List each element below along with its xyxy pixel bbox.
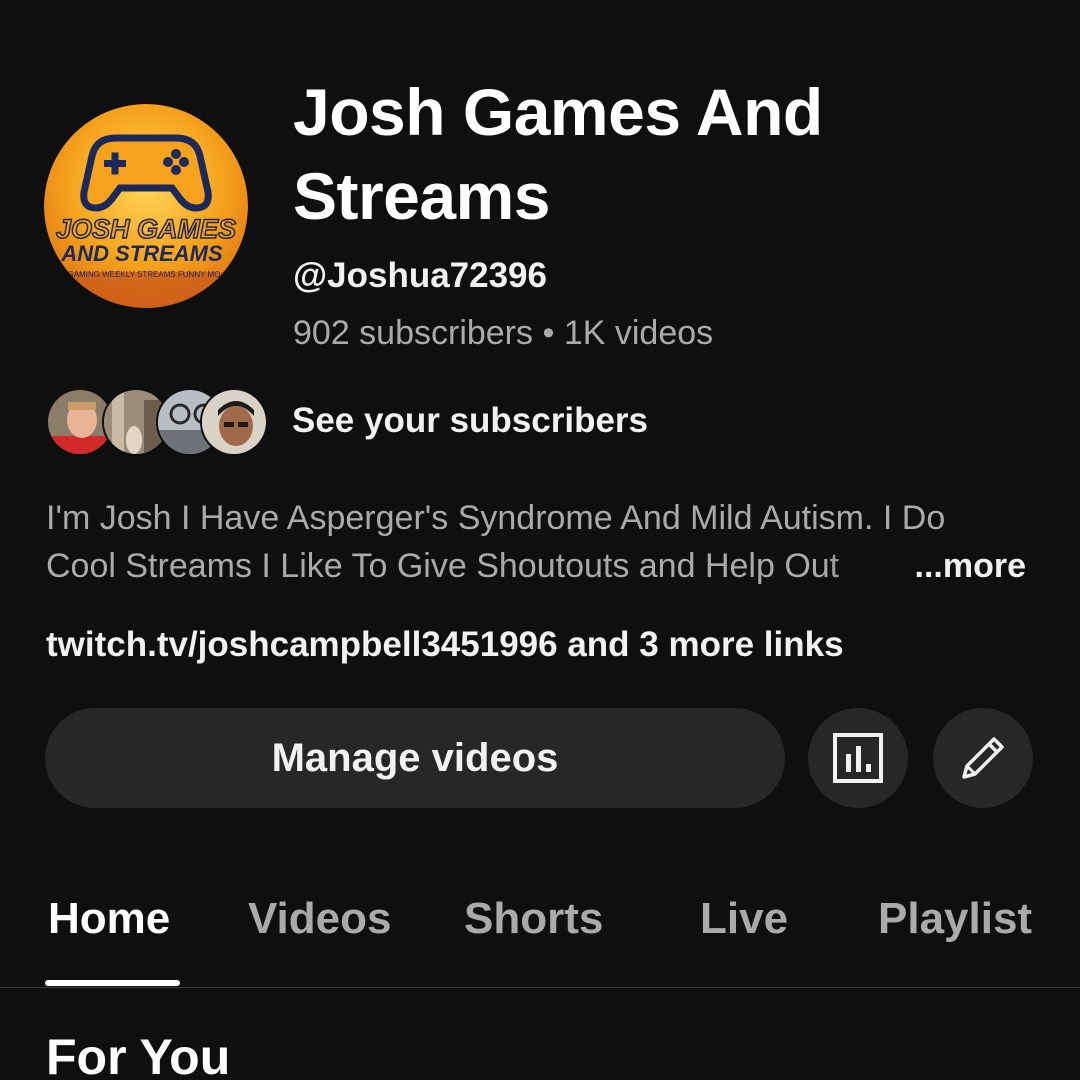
subscriber-avatars (44, 385, 268, 457)
subscriber-count: 902 subscribers (293, 314, 534, 352)
channel-stats: 902 subscribers • 1K videos (293, 314, 1033, 353)
tabs-divider (0, 987, 1080, 988)
description-line-2-wrap: Cool Streams I Like To Give Shoutouts an… (46, 542, 1026, 590)
analytics-icon (833, 733, 883, 783)
pencil-icon (962, 737, 1004, 779)
channel-info: Josh Games And Streams @Joshua72396 902 … (293, 70, 1033, 353)
channel-logo: JOSH GAMES AND STREAMS GAMING WEEKLY STR… (44, 104, 248, 308)
logo-text-2: AND STREAMS (60, 241, 223, 266)
tab-live[interactable]: Live (700, 894, 788, 944)
more-link[interactable]: ...more (910, 542, 1026, 590)
logo-text-1: JOSH GAMES (56, 214, 236, 244)
tab-videos[interactable]: Videos (248, 894, 391, 944)
channel-tabs: Home Videos Shorts Live Playlist (0, 880, 1080, 988)
active-tab-indicator (45, 980, 180, 986)
section-title: For You (46, 1029, 231, 1080)
more-links[interactable]: and 3 more links (558, 625, 843, 664)
description-fade (826, 542, 916, 590)
primary-link[interactable]: twitch.tv/joshcampbell3451996 (46, 625, 558, 664)
analytics-button[interactable] (808, 708, 908, 808)
manage-videos-button[interactable]: Manage videos (45, 708, 785, 808)
channel-avatar[interactable]: JOSH GAMES AND STREAMS GAMING WEEKLY STR… (44, 104, 248, 308)
channel-page: JOSH GAMES AND STREAMS GAMING WEEKLY STR… (0, 0, 1080, 1080)
logo-text-3: GAMING WEEKLY STREAMS FUNNY MO (68, 270, 221, 279)
description-line-2: Cool Streams I Like To Give Shoutouts an… (46, 547, 840, 585)
see-subscribers-row[interactable]: See your subscribers (44, 383, 648, 459)
see-subscribers-label: See your subscribers (292, 401, 648, 440)
channel-description[interactable]: I'm Josh I Have Asperger's Syndrome And … (46, 494, 1026, 590)
stats-separator: • (542, 314, 555, 352)
tab-shorts[interactable]: Shorts (464, 894, 603, 944)
channel-handle: @Joshua72396 (293, 256, 547, 295)
manage-videos-label: Manage videos (271, 735, 559, 780)
video-count: 1K videos (563, 314, 714, 352)
description-line-1: I'm Josh I Have Asperger's Syndrome And … (46, 499, 946, 537)
edit-channel-button[interactable] (933, 708, 1033, 808)
subscriber-avatar (200, 388, 268, 456)
tab-home[interactable]: Home (48, 894, 170, 944)
channel-links[interactable]: twitch.tv/joshcampbell3451996 and 3 more… (46, 625, 844, 665)
channel-title: Josh Games And Streams (293, 75, 823, 233)
tab-playlist[interactable]: Playlist (878, 894, 1032, 944)
